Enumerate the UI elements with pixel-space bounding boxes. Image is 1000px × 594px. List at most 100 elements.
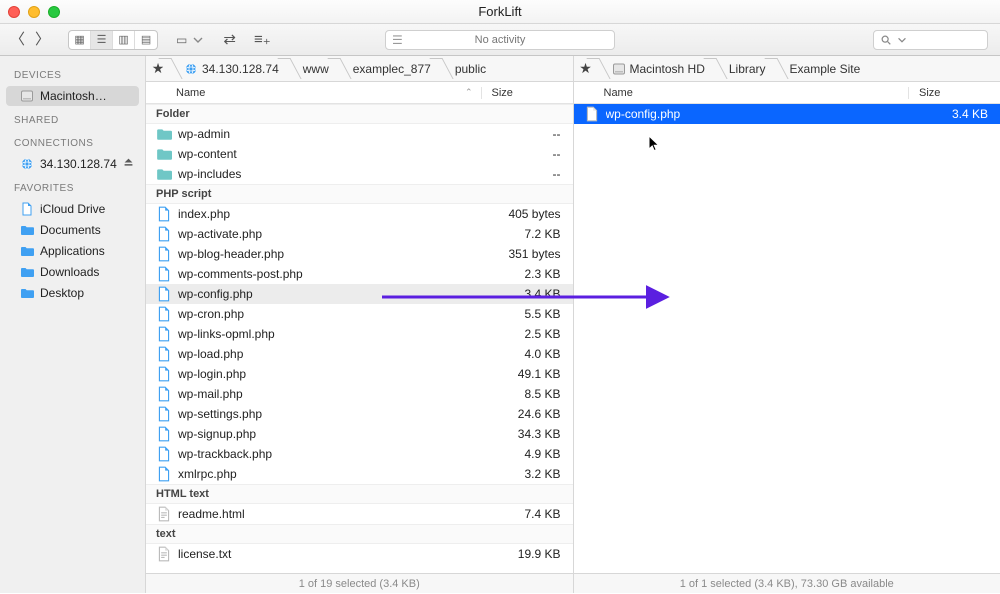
breadcrumb-label: examplec_877 — [353, 62, 431, 76]
maximize-window-button[interactable] — [48, 6, 60, 18]
file-row[interactable]: wp-config.php 3.4 KB — [146, 284, 573, 304]
file-row[interactable]: wp-comments-post.php 2.3 KB — [146, 264, 573, 284]
sidebar-item[interactable]: Downloads — [6, 262, 139, 282]
file-name: wp-trackback.php — [178, 447, 481, 461]
action-menu-button[interactable]: ▭ — [176, 33, 205, 47]
sidebar-item-label: Macintosh… — [40, 89, 107, 103]
column-name[interactable]: Name — [574, 87, 909, 99]
file-name: readme.html — [178, 507, 481, 521]
sidebar-item-label: 34.130.128.74 — [40, 157, 117, 171]
breadcrumb-item[interactable]: Example Site — [776, 56, 871, 81]
folder-icon — [156, 146, 172, 162]
search-icon — [880, 34, 892, 46]
file-row[interactable]: wp-load.php 4.0 KB — [146, 344, 573, 364]
file-row[interactable]: wp-signup.php 34.3 KB — [146, 424, 573, 444]
file-row[interactable]: wp-content -- — [146, 144, 573, 164]
chevron-down-icon — [896, 34, 908, 46]
sidebar-item[interactable]: Documents — [6, 220, 139, 240]
sidebar-item[interactable]: Macintosh… — [6, 86, 139, 106]
file-row[interactable]: wp-cron.php 5.5 KB — [146, 304, 573, 324]
file-name: wp-content — [178, 147, 481, 161]
file-row[interactable]: wp-login.php 49.1 KB — [146, 364, 573, 384]
file-row[interactable]: license.txt 19.9 KB — [146, 544, 573, 564]
column-size[interactable]: Size — [481, 87, 573, 99]
php-icon — [156, 226, 172, 242]
doc-icon — [20, 202, 34, 216]
file-row[interactable]: wp-admin -- — [146, 124, 573, 144]
globe-icon — [20, 157, 34, 171]
php-icon — [156, 426, 172, 442]
file-size: 2.3 KB — [481, 267, 573, 281]
file-list[interactable]: wp-config.php 3.4 KB — [574, 104, 1000, 573]
file-size: 34.3 KB — [481, 427, 573, 441]
file-row[interactable]: wp-config.php 3.4 KB — [574, 104, 1000, 124]
group-header: Folder — [146, 104, 573, 124]
file-size: 7.2 KB — [481, 227, 573, 241]
file-name: wp-mail.php — [178, 387, 481, 401]
column-size[interactable]: Size — [908, 87, 1000, 99]
activity-text: No activity — [475, 34, 526, 46]
breadcrumb-item[interactable]: 34.130.128.74 — [170, 56, 289, 81]
folder-icon — [20, 286, 34, 300]
file-row[interactable]: xmlrpc.php 3.2 KB — [146, 464, 573, 484]
folder-icon — [156, 126, 172, 142]
file-size: 7.4 KB — [481, 507, 573, 521]
path-bar: ★ 34.130.128.74 www examplec_877 public — [146, 56, 573, 82]
sidebar-item[interactable]: iCloud Drive — [6, 199, 139, 219]
file-row[interactable]: wp-settings.php 24.6 KB — [146, 404, 573, 424]
path-bar: ★ Macintosh HD Library Example Site — [574, 56, 1000, 82]
file-name: wp-cron.php — [178, 307, 481, 321]
file-row[interactable]: index.php 405 bytes — [146, 204, 573, 224]
file-size: 3.4 KB — [908, 107, 1000, 121]
file-row[interactable]: wp-mail.php 8.5 KB — [146, 384, 573, 404]
php-icon — [156, 386, 172, 402]
doc-white-icon — [584, 106, 600, 122]
file-row[interactable]: wp-activate.php 7.2 KB — [146, 224, 573, 244]
folder-icon — [20, 265, 34, 279]
sync-button[interactable]: ⇄ — [223, 32, 236, 47]
breadcrumb-label: 34.130.128.74 — [202, 62, 279, 76]
breadcrumb-item[interactable]: Macintosh HD — [598, 56, 715, 81]
sidebar-item[interactable]: Desktop — [6, 283, 139, 303]
php-icon — [156, 406, 172, 422]
column-name[interactable]: Name ⌃ — [146, 87, 481, 99]
breadcrumb-item[interactable]: public — [441, 56, 496, 81]
file-size: -- — [481, 127, 573, 141]
activity-indicator: ☰ No activity — [385, 30, 615, 50]
nav-back-button[interactable]: 〈 — [10, 32, 25, 47]
php-icon — [156, 266, 172, 282]
file-size: 5.5 KB — [481, 307, 573, 321]
transfer-queue-button[interactable]: ≡₊ — [254, 32, 271, 47]
sidebar-section-header: FAVORITES — [0, 175, 145, 198]
minimize-window-button[interactable] — [28, 6, 40, 18]
folder-icon — [156, 166, 172, 182]
status-bar: 1 of 19 selected (3.4 KB) — [146, 573, 573, 593]
close-window-button[interactable] — [8, 6, 20, 18]
file-size: -- — [481, 167, 573, 181]
file-row[interactable]: wp-trackback.php 4.9 KB — [146, 444, 573, 464]
sidebar-section-header: DEVICES — [0, 62, 145, 85]
breadcrumb-label: Macintosh HD — [630, 62, 705, 76]
file-size: 24.6 KB — [481, 407, 573, 421]
breadcrumb-label: Library — [729, 62, 766, 76]
breadcrumb-item[interactable]: examplec_877 — [339, 56, 441, 81]
file-row[interactable]: wp-includes -- — [146, 164, 573, 184]
menu-icon: ☰ — [392, 33, 403, 47]
php-icon — [156, 326, 172, 342]
group-header: HTML text — [146, 484, 573, 504]
file-size: 4.9 KB — [481, 447, 573, 461]
file-list[interactable]: Folder wp-admin -- wp-content -- wp-incl… — [146, 104, 573, 573]
sidebar-item[interactable]: Applications — [6, 241, 139, 261]
file-row[interactable]: wp-links-opml.php 2.5 KB — [146, 324, 573, 344]
view-mode-segmented[interactable]: ▦ ☰ ▥ ▤ — [68, 30, 158, 50]
file-size: 405 bytes — [481, 207, 573, 221]
sidebar-item[interactable]: 34.130.128.74 — [6, 154, 139, 174]
search-field[interactable] — [873, 30, 988, 50]
eject-icon[interactable] — [123, 157, 134, 171]
file-row[interactable]: wp-blog-header.php 351 bytes — [146, 244, 573, 264]
titlebar: ForkLift — [0, 0, 1000, 24]
file-size: 3.4 KB — [481, 287, 573, 301]
status-bar: 1 of 1 selected (3.4 KB), 73.30 GB avail… — [574, 573, 1000, 593]
nav-forward-button[interactable]: 〉 — [35, 32, 50, 47]
file-row[interactable]: readme.html 7.4 KB — [146, 504, 573, 524]
